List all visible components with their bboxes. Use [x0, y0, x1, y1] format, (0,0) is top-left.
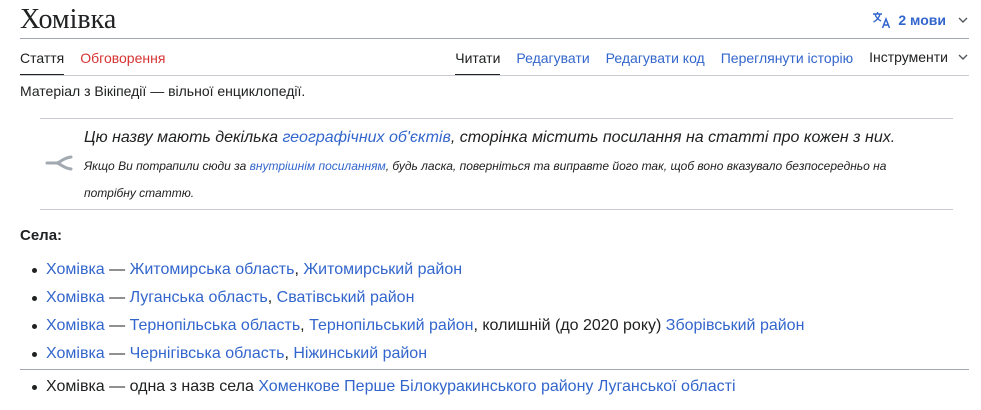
- tools-label: Інструменти: [869, 49, 948, 65]
- tab-edit-source[interactable]: Редагувати код: [606, 40, 705, 76]
- raion-link[interactable]: Ніжинський район: [293, 345, 427, 362]
- oblast-link[interactable]: Тернопільська область: [130, 317, 301, 334]
- list-item: Хомівка — одна з назв села Хоменкове Пер…: [20, 373, 736, 401]
- oblast-link[interactable]: Житомирська область: [130, 261, 295, 278]
- page-title: Хомівка: [20, 4, 117, 35]
- disambiguation-icon: [45, 153, 75, 178]
- list-item: Хомівка — Луганська область, Сватівський…: [20, 284, 804, 312]
- tools-menu[interactable]: Інструменти: [869, 40, 968, 76]
- geo-objects-link[interactable]: географічних об'єктів: [282, 129, 450, 146]
- title-divider: [20, 38, 969, 39]
- tab-read[interactable]: Читати: [455, 40, 501, 76]
- raion-link[interactable]: Тернопільський район: [309, 317, 473, 334]
- section-label-villages: Села:: [20, 227, 63, 244]
- village-link[interactable]: Хомівка: [46, 317, 105, 334]
- internal-link-link[interactable]: внутрішнім посиланням: [250, 159, 386, 173]
- list-item: Хомівка — Житомирська область, Житомирсь…: [20, 256, 804, 284]
- former-raion-link[interactable]: Зборівський район: [666, 317, 805, 334]
- tabs-divider: [20, 75, 969, 76]
- site-subtitle: Матеріал з Вікіпедії — вільної енциклопе…: [20, 83, 306, 99]
- language-button[interactable]: 2 мови: [872, 10, 968, 30]
- raion-link[interactable]: Житомирський район: [303, 261, 462, 278]
- translate-icon: [872, 11, 892, 29]
- view-tabs: Читати Редагувати Редагувати код Перегля…: [455, 40, 968, 76]
- chevron-down-icon: [958, 54, 968, 60]
- see-also-divider: [20, 369, 969, 370]
- village-link[interactable]: Хомівка: [46, 289, 105, 306]
- oblast-link[interactable]: Чернігівська область: [130, 345, 285, 362]
- disambiguation-box: Цю назву мають декілька географічних об'…: [40, 118, 953, 210]
- villages-list: Хомівка — Житомирська область, Житомирсь…: [20, 256, 804, 368]
- other-list: Хомівка — одна з назв села Хоменкове Пер…: [20, 373, 736, 401]
- list-item: Хомівка — Чернігівська область, Ніжинськ…: [20, 340, 804, 368]
- languages-label: 2 мови: [898, 12, 946, 28]
- village-link[interactable]: Хомівка: [46, 345, 105, 362]
- oblast-link[interactable]: Луганська область: [130, 289, 268, 306]
- tab-talk[interactable]: Обговорення: [80, 40, 165, 76]
- namespace-tabs: Стаття Обговорення: [20, 40, 165, 76]
- list-item: Хомівка — Тернопільська область, Тернопі…: [20, 312, 804, 340]
- raion-link[interactable]: Сватівський район: [277, 289, 415, 306]
- village-link[interactable]: Хомівка: [46, 261, 105, 278]
- tab-article[interactable]: Стаття: [20, 40, 65, 76]
- disambiguation-hint-text: Якщо Ви потрапили сюди за внутрішнім пос…: [84, 159, 887, 200]
- tab-edit[interactable]: Редагувати: [516, 40, 589, 76]
- disambiguation-main-text: Цю назву мають декілька географічних об'…: [84, 129, 896, 146]
- tab-history[interactable]: Переглянути історію: [721, 40, 853, 76]
- chevron-down-icon: [958, 17, 968, 23]
- khomenkove-link[interactable]: Хоменкове Перше Білокуракинського району…: [258, 378, 735, 395]
